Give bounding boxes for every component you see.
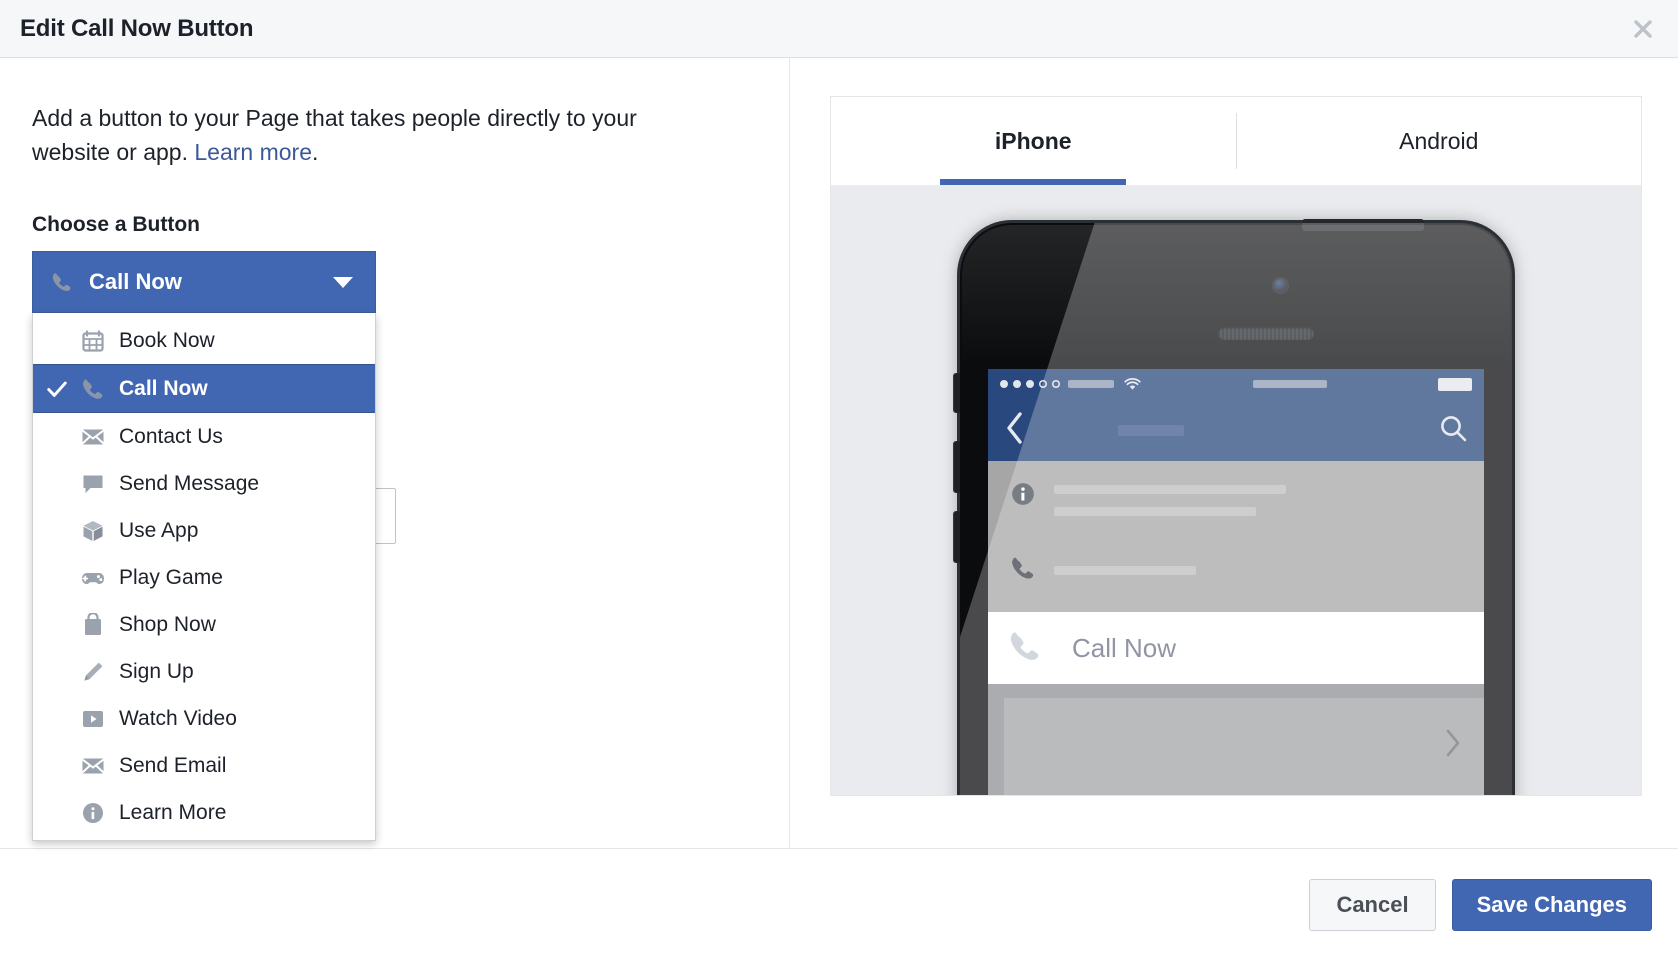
phone-number-row bbox=[988, 539, 1484, 612]
menu-item-learn-more[interactable]: Learn More bbox=[33, 789, 375, 836]
dialog-footer: Cancel Save Changes bbox=[0, 848, 1678, 960]
shopping-bag-icon bbox=[75, 612, 111, 637]
button-type-dropdown-menu: Book Now Call Now Contact Us Send Messag… bbox=[32, 313, 376, 842]
learn-more-link[interactable]: Learn more bbox=[194, 139, 312, 165]
button-config-panel: Add a button to your Page that takes peo… bbox=[0, 58, 790, 848]
cta-preview-label: Call Now bbox=[1072, 632, 1177, 663]
button-type-dropdown-trigger[interactable]: Call Now bbox=[32, 251, 376, 314]
menu-item-play-game[interactable]: Play Game bbox=[33, 554, 375, 601]
intro-text-after: . bbox=[312, 138, 319, 165]
about-text-placeholder bbox=[1054, 481, 1286, 529]
chevron-right-icon bbox=[1444, 728, 1462, 763]
menu-item-sign-up[interactable]: Sign Up bbox=[33, 648, 375, 695]
signal-strength-icon bbox=[1000, 380, 1060, 388]
preview-panel: iPhone Android Call Now bbox=[790, 58, 1678, 960]
menu-item-label: Send Message bbox=[119, 471, 260, 495]
tab-iphone-label: iPhone bbox=[994, 127, 1072, 154]
cta-preview-row[interactable]: Call Now bbox=[988, 612, 1484, 684]
cube-icon bbox=[75, 519, 111, 543]
menu-item-label: Book Now bbox=[119, 328, 215, 352]
intro-text-before: Add a button to your Page that takes peo… bbox=[32, 105, 637, 165]
tab-android-label: Android bbox=[1399, 127, 1479, 154]
phone-icon bbox=[51, 271, 79, 293]
map-section bbox=[988, 684, 1484, 795]
envelope-icon bbox=[75, 426, 111, 448]
menu-item-book-now[interactable]: Book Now bbox=[33, 317, 375, 364]
phone-icon bbox=[1010, 555, 1036, 586]
menu-item-label: Shop Now bbox=[119, 612, 216, 636]
menu-item-label: Use App bbox=[119, 518, 199, 542]
battery-icon bbox=[1438, 377, 1472, 391]
tab-iphone[interactable]: iPhone bbox=[831, 97, 1236, 185]
about-row bbox=[988, 461, 1484, 539]
volume-up-button bbox=[953, 441, 960, 493]
preview-stage: Call Now bbox=[831, 185, 1641, 795]
pencil-icon bbox=[75, 660, 111, 684]
menu-item-call-now[interactable]: Call Now bbox=[33, 364, 375, 414]
page-title: Edit Call Now Button bbox=[20, 14, 254, 42]
phone-screen: Call Now bbox=[988, 369, 1484, 795]
menu-item-label: Sign Up bbox=[119, 659, 194, 683]
earpiece-speaker bbox=[1218, 327, 1314, 340]
device-tabs: iPhone Android bbox=[831, 97, 1641, 185]
info-icon bbox=[1010, 481, 1036, 512]
app-nav-bar bbox=[988, 399, 1484, 461]
menu-item-label: Play Game bbox=[119, 565, 223, 589]
save-changes-button[interactable]: Save Changes bbox=[1451, 878, 1652, 931]
phone-icon bbox=[1008, 629, 1042, 668]
phone-number-placeholder bbox=[1054, 566, 1196, 575]
menu-item-contact-us[interactable]: Contact Us bbox=[33, 413, 375, 460]
bezel-sheen bbox=[962, 225, 1510, 365]
chat-bubble-icon bbox=[75, 472, 111, 496]
envelope-icon bbox=[75, 755, 111, 777]
gamepad-icon bbox=[75, 567, 111, 589]
calendar-icon bbox=[75, 329, 111, 353]
menu-item-shop-now[interactable]: Shop Now bbox=[33, 601, 375, 648]
tab-android[interactable]: Android bbox=[1237, 97, 1642, 185]
dialog-body: Add a button to your Page that takes peo… bbox=[0, 58, 1678, 960]
menu-item-label: Contact Us bbox=[119, 424, 223, 448]
menu-item-watch-video[interactable]: Watch Video bbox=[33, 695, 375, 742]
close-icon[interactable] bbox=[1628, 14, 1658, 44]
dialog-header: Edit Call Now Button bbox=[0, 0, 1678, 58]
check-icon bbox=[39, 378, 75, 400]
menu-item-label: Watch Video bbox=[119, 706, 237, 730]
mute-switch bbox=[953, 373, 960, 413]
chevron-down-icon bbox=[333, 276, 353, 288]
wifi-icon bbox=[1124, 377, 1141, 391]
menu-item-label: Call Now bbox=[119, 376, 208, 400]
menu-item-send-email[interactable]: Send Email bbox=[33, 742, 375, 789]
menu-item-use-app[interactable]: Use App bbox=[33, 507, 375, 554]
clock-placeholder bbox=[1252, 380, 1327, 388]
volume-down-button bbox=[953, 511, 960, 563]
menu-item-send-message[interactable]: Send Message bbox=[33, 460, 375, 507]
button-type-dropdown: Call Now Book Now Call Now Contact Us Se… bbox=[32, 251, 376, 842]
button-type-dropdown-value: Call Now bbox=[89, 269, 182, 295]
video-play-icon bbox=[75, 709, 111, 729]
menu-item-label: Learn More bbox=[119, 800, 227, 824]
device-preview-card: iPhone Android Call Now bbox=[830, 96, 1642, 796]
intro-text: Add a button to your Page that takes peo… bbox=[32, 102, 682, 169]
nav-title-placeholder bbox=[1118, 424, 1184, 436]
front-camera-icon bbox=[1272, 277, 1289, 294]
iphone-mockup: Call Now bbox=[953, 219, 1512, 795]
cancel-button[interactable]: Cancel bbox=[1309, 878, 1436, 931]
chevron-left-icon[interactable] bbox=[1004, 411, 1026, 450]
page-info-section bbox=[988, 461, 1484, 612]
choose-a-button-label: Choose a Button bbox=[32, 213, 200, 237]
search-icon[interactable] bbox=[1438, 413, 1468, 448]
ios-status-bar bbox=[988, 369, 1484, 399]
edit-call-now-button-dialog: Edit Call Now Button Add a button to you… bbox=[0, 0, 1678, 960]
menu-item-label: Send Email bbox=[119, 753, 227, 777]
phone-antenna bbox=[1302, 219, 1424, 231]
info-icon bbox=[75, 801, 111, 825]
phone-icon bbox=[75, 377, 111, 401]
map-card[interactable] bbox=[1004, 698, 1484, 795]
carrier-name-placeholder bbox=[1068, 380, 1114, 388]
